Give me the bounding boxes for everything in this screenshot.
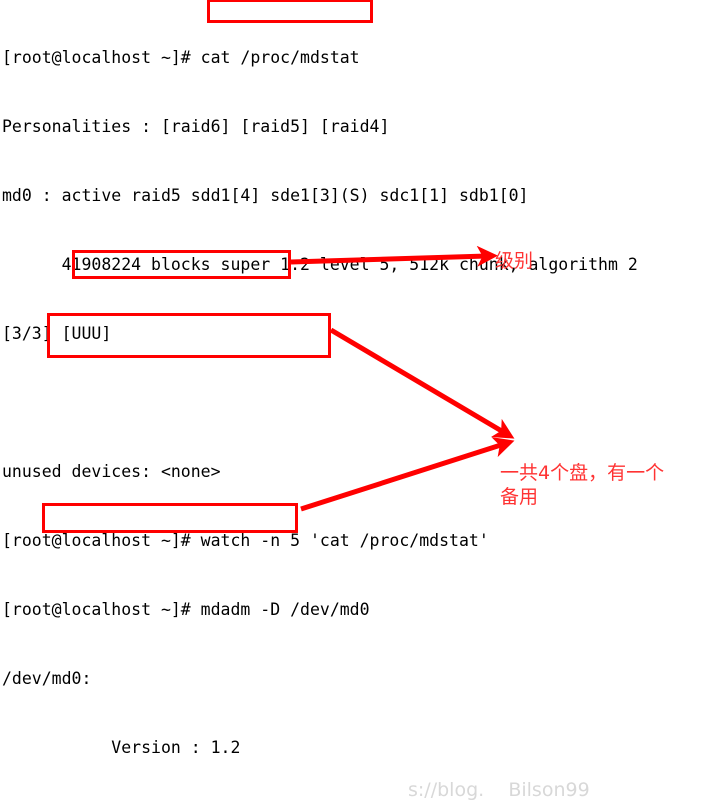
disk-count-callout-line1: 一共4个盘，有一个 bbox=[500, 462, 665, 484]
terminal-line: Version : 1.2 bbox=[2, 738, 241, 757]
raid-level-box bbox=[72, 250, 291, 279]
terminal-line: /dev/md0: bbox=[2, 669, 92, 688]
cat-command-box bbox=[207, 0, 373, 23]
terminal-line: [root@localhost ~]# mdadm -D /dev/md0 bbox=[2, 600, 370, 619]
raid-level-callout: 级别 bbox=[495, 250, 534, 272]
raid-total-devices-box bbox=[47, 313, 331, 358]
terminal-line: [root@localhost ~]# cat /proc/mdstat bbox=[2, 48, 360, 67]
terminal-output: [root@localhost ~]# cat /proc/mdstat Per… bbox=[0, 0, 705, 809]
terminal-line: Personalities : [raid6] [raid5] [raid4] bbox=[2, 117, 390, 136]
spare-devices-box bbox=[42, 503, 298, 533]
terminal-line: Creation Time : Wed Apr 21 14:23:51 2021 bbox=[0, 805, 705, 809]
terminal-screenshot: [root@localhost ~]# cat /proc/mdstat Per… bbox=[0, 0, 705, 809]
disk-count-callout-line2: 备用 bbox=[500, 486, 539, 508]
terminal-line: md0 : active raid5 sdd1[4] sde1[3](S) sd… bbox=[2, 186, 529, 205]
